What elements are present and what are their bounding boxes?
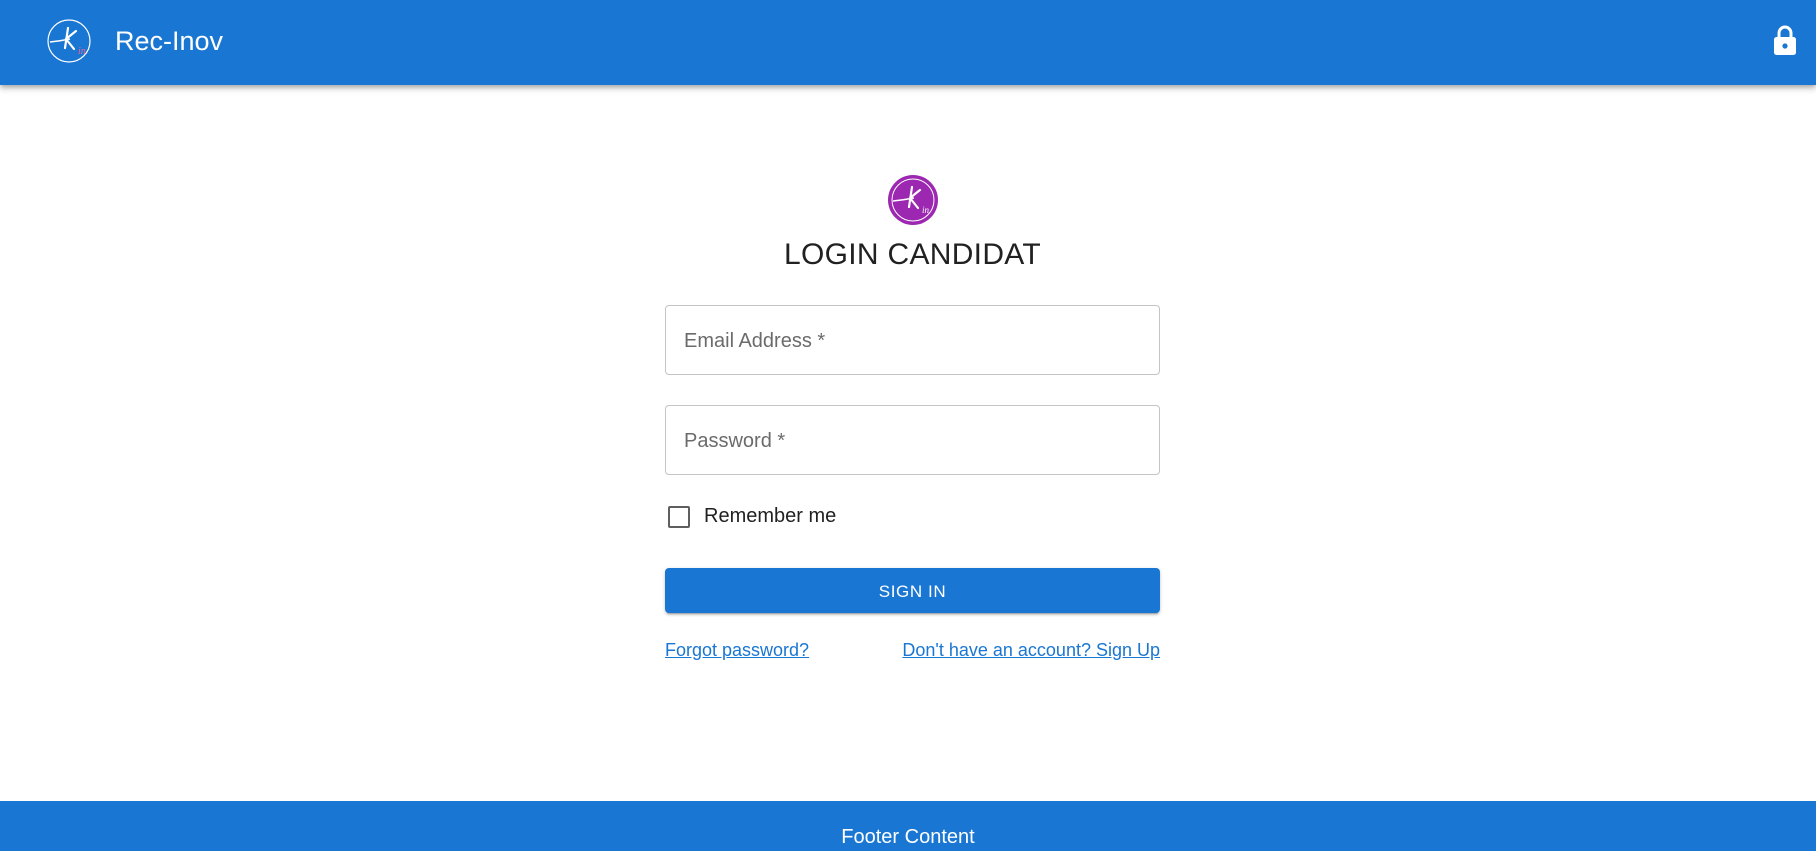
email-field-container: [665, 305, 1160, 376]
rec-inov-logo-icon[interactable]: in: [46, 18, 92, 64]
remember-me-label: Remember me: [704, 505, 837, 527]
app-title: Rec-Inov: [115, 26, 224, 56]
footer: Footer Content: [0, 801, 1816, 851]
avatar: in: [888, 175, 938, 225]
forgot-password-link[interactable]: Forgot password?: [665, 638, 809, 662]
sign-in-button[interactable]: SIGN IN: [665, 568, 1160, 613]
email-field[interactable]: [682, 306, 1146, 376]
footer-text: Footer Content: [841, 826, 975, 848]
rec-inov-logo-icon: in: [891, 178, 935, 222]
password-field-container: [665, 405, 1160, 476]
remember-me-checkbox[interactable]: [668, 506, 690, 528]
app-bar: in Rec-Inov: [0, 0, 1816, 85]
password-field[interactable]: [682, 406, 1146, 476]
sign-up-link[interactable]: Don't have an account? Sign Up: [902, 638, 1160, 662]
svg-text:in: in: [78, 46, 86, 57]
page-title: LOGIN CANDIDAT: [783, 238, 1041, 271]
auth-links: Forgot password? Don't have an account? …: [665, 638, 1160, 662]
lock-icon[interactable]: [1772, 24, 1798, 56]
svg-text:in: in: [922, 205, 930, 215]
remember-me-control[interactable]: Remember me: [665, 498, 965, 534]
